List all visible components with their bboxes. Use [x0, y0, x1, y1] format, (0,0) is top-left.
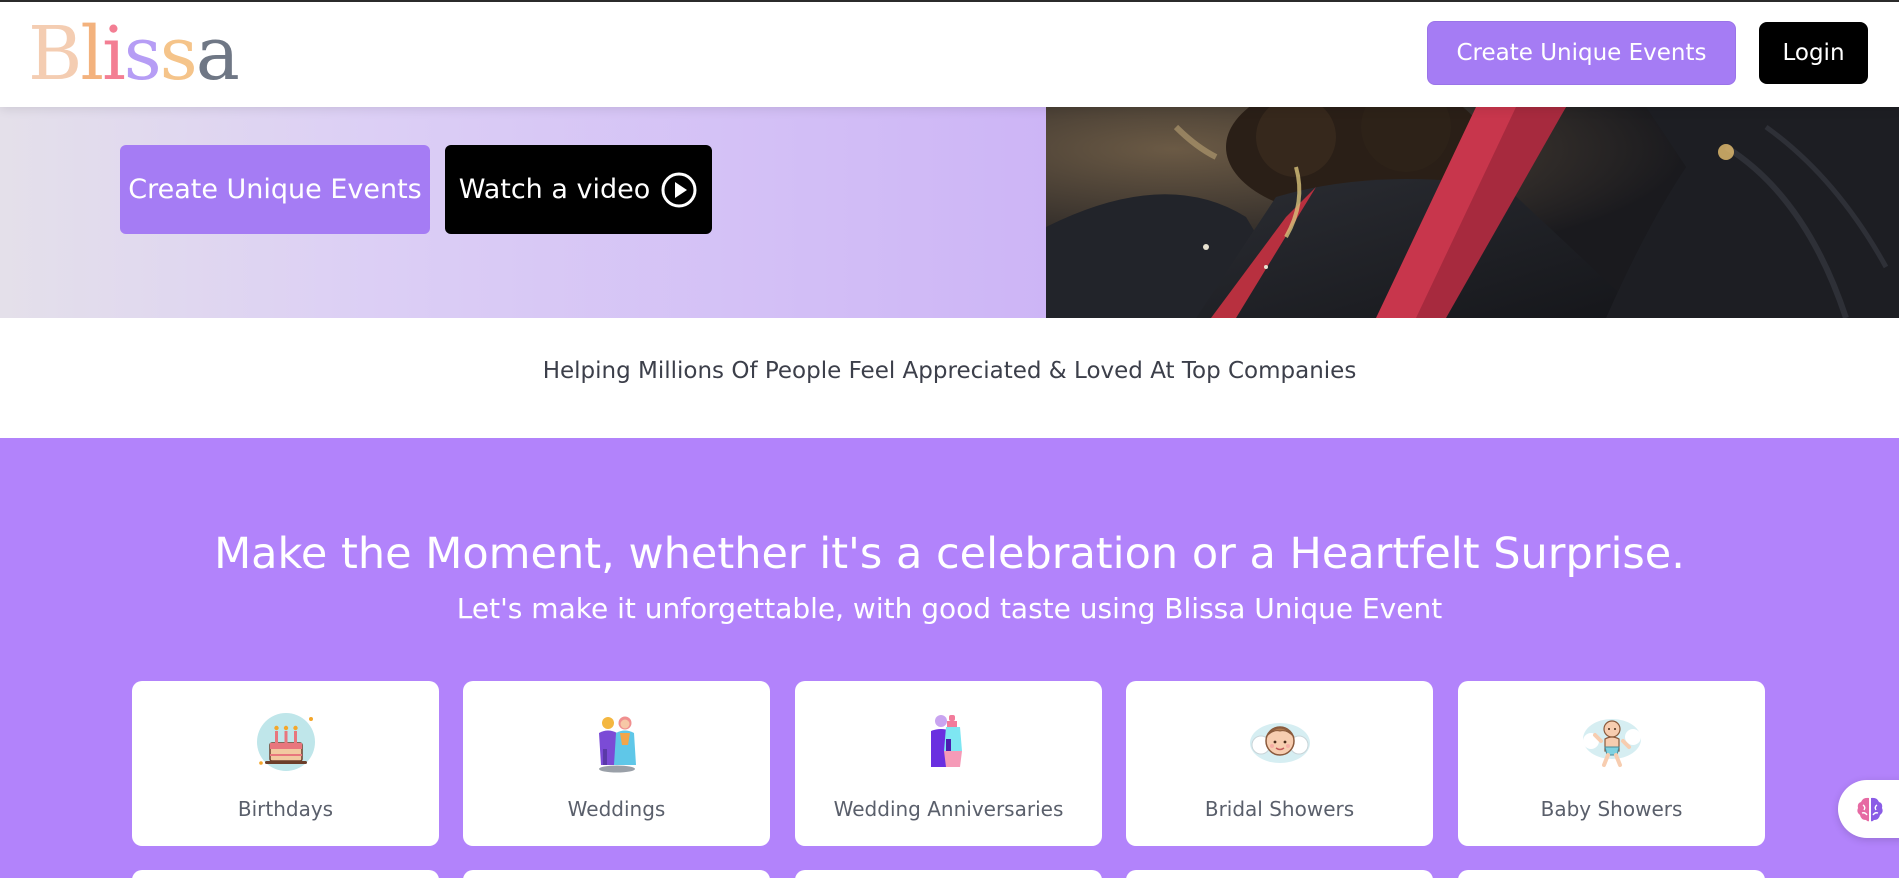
logo-letter: B	[28, 11, 82, 97]
watch-video-button[interactable]: Watch a video	[445, 145, 712, 234]
event-card-label: Wedding Anniversaries	[833, 797, 1064, 821]
event-card[interactable]	[1458, 870, 1765, 878]
blissa-logo[interactable]: Blissa	[28, 11, 240, 97]
trust-text: Helping Millions Of People Feel Apprecia…	[542, 358, 1357, 384]
logo-letter: l	[80, 11, 104, 97]
logo-letter: s	[123, 11, 162, 97]
site-header: Blissa Create Unique Events Login	[0, 0, 1899, 107]
graduation-photo	[1046, 107, 1899, 318]
event-card-label: Weddings	[567, 797, 666, 821]
event-card[interactable]	[132, 870, 439, 878]
section-subheadline: Let's make it unforgettable, with good t…	[456, 592, 1443, 625]
event-card-wedding-anniversaries[interactable]: Wedding Anniversaries	[795, 681, 1102, 846]
bride-icon	[1250, 723, 1310, 763]
event-card-label: Bridal Showers	[1204, 797, 1355, 821]
event-card-label: Birthdays	[237, 797, 334, 821]
event-card[interactable]	[463, 870, 770, 878]
event-card[interactable]	[1126, 870, 1433, 878]
hero-create-events-button[interactable]: Create Unique Events	[120, 145, 430, 234]
wedding-couple-icon	[599, 716, 636, 773]
login-button[interactable]: Login	[1759, 22, 1868, 84]
event-card-baby-showers[interactable]: Baby Showers	[1458, 681, 1765, 846]
logo-letter: i	[102, 11, 126, 97]
logo-letter: s	[159, 11, 198, 97]
play-circle-icon	[661, 172, 697, 207]
event-card-weddings[interactable]: Weddings	[463, 681, 770, 846]
section-headline: Make the Moment, whether it's a celebrat…	[214, 529, 1685, 579]
header-create-events-button[interactable]: Create Unique Events	[1427, 21, 1736, 85]
birthday-cake-icon	[257, 713, 315, 771]
watch-video-label: Watch a video	[458, 174, 651, 205]
anniversary-couple-icon	[931, 715, 962, 767]
page: Blissa Create Unique Events Login Create…	[0, 0, 1899, 878]
events-section: Make the Moment, whether it's a celebrat…	[0, 438, 1899, 878]
graduation-photo-illustration	[1046, 107, 1899, 318]
trust-strip: Helping Millions Of People Feel Apprecia…	[0, 318, 1899, 438]
event-card-bridal-showers[interactable]: Bridal Showers	[1126, 681, 1433, 846]
assistant-widget-button[interactable]	[1838, 780, 1899, 838]
brain-icon	[1857, 797, 1883, 822]
event-card-birthdays[interactable]: Birthdays	[132, 681, 439, 846]
event-card-label: Baby Showers	[1540, 797, 1683, 821]
logo-letter: a	[195, 11, 240, 97]
event-card[interactable]	[795, 870, 1102, 878]
baby-icon	[1583, 719, 1641, 767]
hero-left-panel: Create Unique Events Watch a video	[0, 107, 1046, 318]
hero-section: Create Unique Events Watch a video	[0, 107, 1899, 318]
